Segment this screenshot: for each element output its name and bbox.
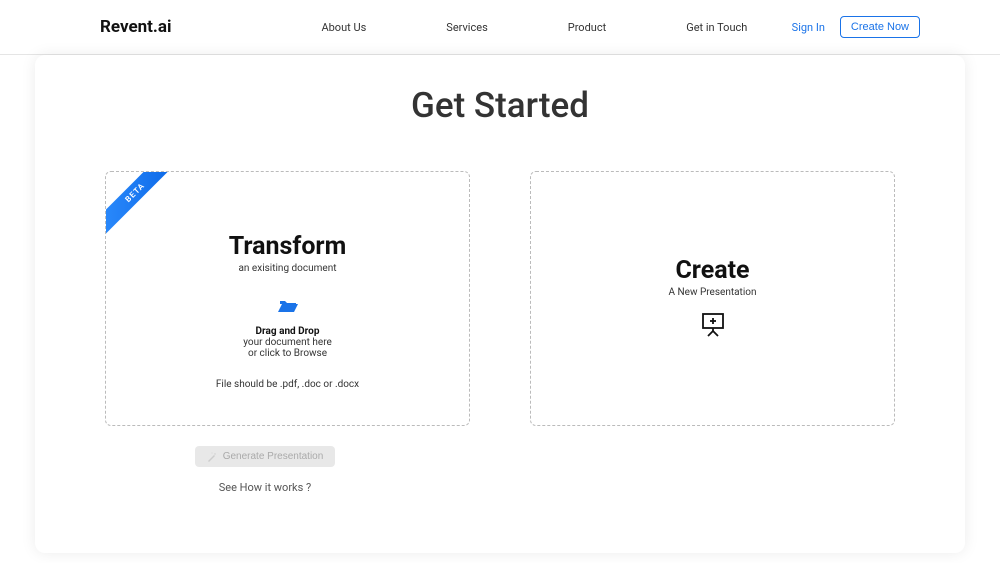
nav-product[interactable]: Product [568,21,606,34]
signin-link[interactable]: Sign In [792,21,825,34]
how-it-works-link[interactable]: See How it works ? [219,481,312,494]
cards-row: BETA Transform an exisiting document Dra… [105,171,895,426]
transform-subtitle: an exisiting document [238,263,336,274]
create-now-button[interactable]: Create Now [840,16,920,38]
logo[interactable]: Revent.ai [100,17,171,37]
transform-title: Transform [229,232,347,261]
beta-ribbon: BETA [105,171,182,248]
drag-drop-label: Drag and Drop [256,326,320,337]
page-title: Get Started [105,85,895,126]
header: Revent.ai About Us Services Product Get … [0,0,1000,55]
nav-about[interactable]: About Us [321,21,366,34]
below-transform: Generate Presentation See How it works ? [105,446,425,494]
main-panel: Get Started BETA Transform an exisiting … [35,55,965,553]
create-card[interactable]: Create A New Presentation [530,171,895,426]
beta-label: BETA [105,171,180,237]
transform-card[interactable]: BETA Transform an exisiting document Dra… [105,171,470,426]
generate-label: Generate Presentation [223,451,324,462]
file-type-info: File should be .pdf, .doc or .docx [216,379,359,390]
create-subtitle: A New Presentation [669,287,757,298]
create-title: Create [675,256,749,285]
top-nav: About Us Services Product Get in Touch [321,21,747,34]
nav-services[interactable]: Services [446,21,487,34]
generate-presentation-button: Generate Presentation [195,446,336,467]
magic-wand-icon [207,452,217,462]
nav-contact[interactable]: Get in Touch [686,21,747,34]
folder-open-icon [278,299,298,318]
drag-drop-sub2: or click to Browse [248,348,327,359]
header-right: Sign In Create Now [792,16,920,38]
presentation-icon [702,313,724,341]
drag-drop-sub1: your document here [243,337,332,348]
